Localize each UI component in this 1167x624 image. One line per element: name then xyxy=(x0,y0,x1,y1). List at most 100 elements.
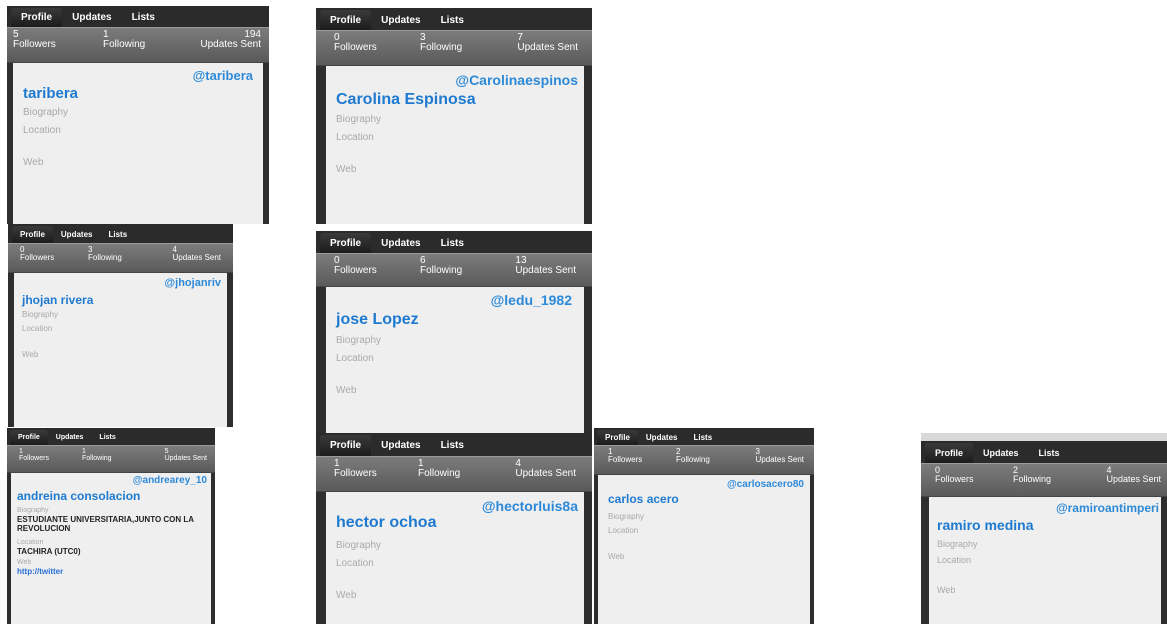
followers-stat[interactable]: 1 Followers xyxy=(608,448,642,464)
following-stat[interactable]: 1 Following xyxy=(418,459,460,479)
web-label: Web xyxy=(608,552,625,561)
user-handle[interactable]: @carlosacero80 xyxy=(727,479,804,490)
profile-body: @Carolinaespinos Carolina Espinosa Biogr… xyxy=(326,66,584,224)
updates-stat[interactable]: 194 Updates Sent xyxy=(200,30,261,50)
profile-card-hector: Profile Updates Lists 1 Followers 1 Follow… xyxy=(316,433,592,624)
following-stat[interactable]: 2 Following xyxy=(1013,466,1051,484)
followers-stat[interactable]: 1 Followers xyxy=(334,459,377,479)
tab-lists[interactable]: Lists xyxy=(1029,443,1070,463)
tab-bar: Profile Updates Lists xyxy=(316,8,592,30)
location-label: Location xyxy=(336,132,374,143)
stats-bar: 0 Followers 3 Following 4 Updates Sent xyxy=(8,243,233,273)
followers-label: Followers xyxy=(334,42,377,53)
user-name: jhojan rivera xyxy=(22,293,94,307)
following-stat[interactable]: 1 Following xyxy=(82,448,112,462)
user-name: andreina consolacion xyxy=(17,489,141,503)
profile-card-carlos: Profile Updates Lists 1 Followers 2 Follow… xyxy=(594,428,814,624)
tab-profile[interactable]: Profile xyxy=(320,435,372,456)
tab-profile[interactable]: Profile xyxy=(320,233,372,253)
tab-profile[interactable]: Profile xyxy=(597,430,638,445)
updates-stat[interactable]: 5 Updates Sent xyxy=(165,448,207,462)
following-stat[interactable]: 3 Following xyxy=(88,246,122,262)
profile-body: @ramiroantimperi ramiro medina Biography… xyxy=(929,497,1161,624)
tab-profile[interactable]: Profile xyxy=(320,10,372,30)
tab-profile[interactable]: Profile xyxy=(11,8,63,27)
tab-updates[interactable]: Updates xyxy=(371,233,430,253)
profile-body: @jhojanriv jhojan rivera Biography Locat… xyxy=(14,273,227,427)
profile-body: @carlosacero80 carlos acero Biography Lo… xyxy=(598,475,810,624)
updates-label: Updates Sent xyxy=(1106,474,1161,484)
web-label: Web xyxy=(336,164,357,175)
followers-label: Followers xyxy=(13,39,56,50)
followers-stat[interactable]: 0 Followers xyxy=(935,466,974,484)
biography-label: Biography xyxy=(608,512,645,521)
followers-stat[interactable]: 0 Followers xyxy=(20,246,54,262)
updates-stat[interactable]: 4 Updates Sent xyxy=(173,246,221,262)
user-name: hector ochoa xyxy=(336,514,437,531)
tab-updates[interactable]: Updates xyxy=(62,8,121,27)
location-label: Location xyxy=(937,555,972,565)
stats-bar: 1 Followers 1 Following 4 Updates Sent xyxy=(316,456,592,492)
followers-stat[interactable]: 5 Followers xyxy=(13,30,56,50)
user-handle[interactable]: @ledu_1982 xyxy=(491,292,572,308)
web-label: Web xyxy=(937,585,956,595)
updates-stat[interactable]: 7 Updates Sent xyxy=(517,33,578,53)
followers-stat[interactable]: 0 Followers xyxy=(334,256,377,276)
tab-updates[interactable]: Updates xyxy=(371,435,430,456)
user-handle[interactable]: @Carolinaespinos xyxy=(455,72,578,88)
tab-lists[interactable]: Lists xyxy=(431,233,474,253)
web-link[interactable]: http://twitter xyxy=(17,567,63,576)
updates-label: Updates Sent xyxy=(172,253,221,262)
profile-card-carolina: Profile Updates Lists 0 Followers 3 Follow… xyxy=(316,8,592,224)
tab-lists[interactable]: Lists xyxy=(100,226,135,243)
followers-stat[interactable]: 1 Followers xyxy=(19,448,49,462)
user-handle[interactable]: @taribera xyxy=(193,68,253,83)
following-stat[interactable]: 6 Following xyxy=(420,256,462,276)
user-handle[interactable]: @ramiroantimperi xyxy=(1056,501,1159,515)
profile-body: @andrearey_10 andreina consolacion Biogr… xyxy=(11,473,211,624)
updates-stat[interactable]: 13 Updates Sent xyxy=(515,256,576,276)
tab-updates[interactable]: Updates xyxy=(53,226,101,243)
web-label: Web xyxy=(336,385,357,396)
followers-stat[interactable]: 0 Followers xyxy=(334,33,377,53)
stats-bar: 0 Followers 3 Following 7 Updates Sent xyxy=(316,30,592,66)
followers-label: Followers xyxy=(19,455,49,462)
tab-lists[interactable]: Lists xyxy=(431,435,474,456)
tab-lists[interactable]: Lists xyxy=(91,430,123,445)
following-stat[interactable]: 1 Following xyxy=(103,30,145,50)
followers-label: Followers xyxy=(20,253,55,262)
following-stat[interactable]: 2 Following xyxy=(676,448,710,464)
updates-stat[interactable]: 4 Updates Sent xyxy=(1106,466,1161,484)
profile-card-taribera: Profile Updates Lists 5 Followers 1 Follow… xyxy=(7,6,269,224)
user-name: jose Lopez xyxy=(336,311,419,328)
user-handle[interactable]: @andrearey_10 xyxy=(133,475,207,486)
biography-label: Biography xyxy=(336,335,382,346)
location-label: Location xyxy=(17,539,44,546)
tab-profile[interactable]: Profile xyxy=(10,430,48,445)
tab-updates[interactable]: Updates xyxy=(48,430,92,445)
following-label: Following xyxy=(103,39,146,50)
updates-label: Updates Sent xyxy=(517,42,578,53)
tab-updates[interactable]: Updates xyxy=(973,443,1029,463)
user-name: Carolina Espinosa xyxy=(336,91,476,108)
tab-lists[interactable]: Lists xyxy=(122,8,165,27)
updates-stat[interactable]: 4 Updates Sent xyxy=(515,459,576,479)
tab-updates[interactable]: Updates xyxy=(371,10,430,30)
tab-updates[interactable]: Updates xyxy=(638,430,686,445)
stats-bar: 1 Followers 2 Following 3 Updates Sent xyxy=(594,445,814,475)
user-handle[interactable]: @jhojanriv xyxy=(164,277,221,289)
profile-card-andreina: Profile Updates Lists 1 Followers 1 Follow… xyxy=(7,428,215,624)
tab-profile[interactable]: Profile xyxy=(12,226,53,243)
followers-label: Followers xyxy=(334,468,377,479)
web-label: Web xyxy=(23,157,44,168)
tab-lists[interactable]: Lists xyxy=(431,10,474,30)
following-stat[interactable]: 3 Following xyxy=(420,33,462,53)
stats-bar: 0 Followers 2 Following 4 Updates Sent xyxy=(921,463,1167,497)
stats-bar: 1 Followers 1 Following 5 Updates Sent xyxy=(7,445,215,473)
updates-stat[interactable]: 3 Updates Sent xyxy=(756,448,804,464)
tab-lists[interactable]: Lists xyxy=(685,430,720,445)
user-handle[interactable]: @hectorluis8a xyxy=(482,498,578,514)
following-label: Following xyxy=(1013,474,1052,484)
tab-profile[interactable]: Profile xyxy=(925,443,974,463)
location-label: Location xyxy=(22,324,53,333)
